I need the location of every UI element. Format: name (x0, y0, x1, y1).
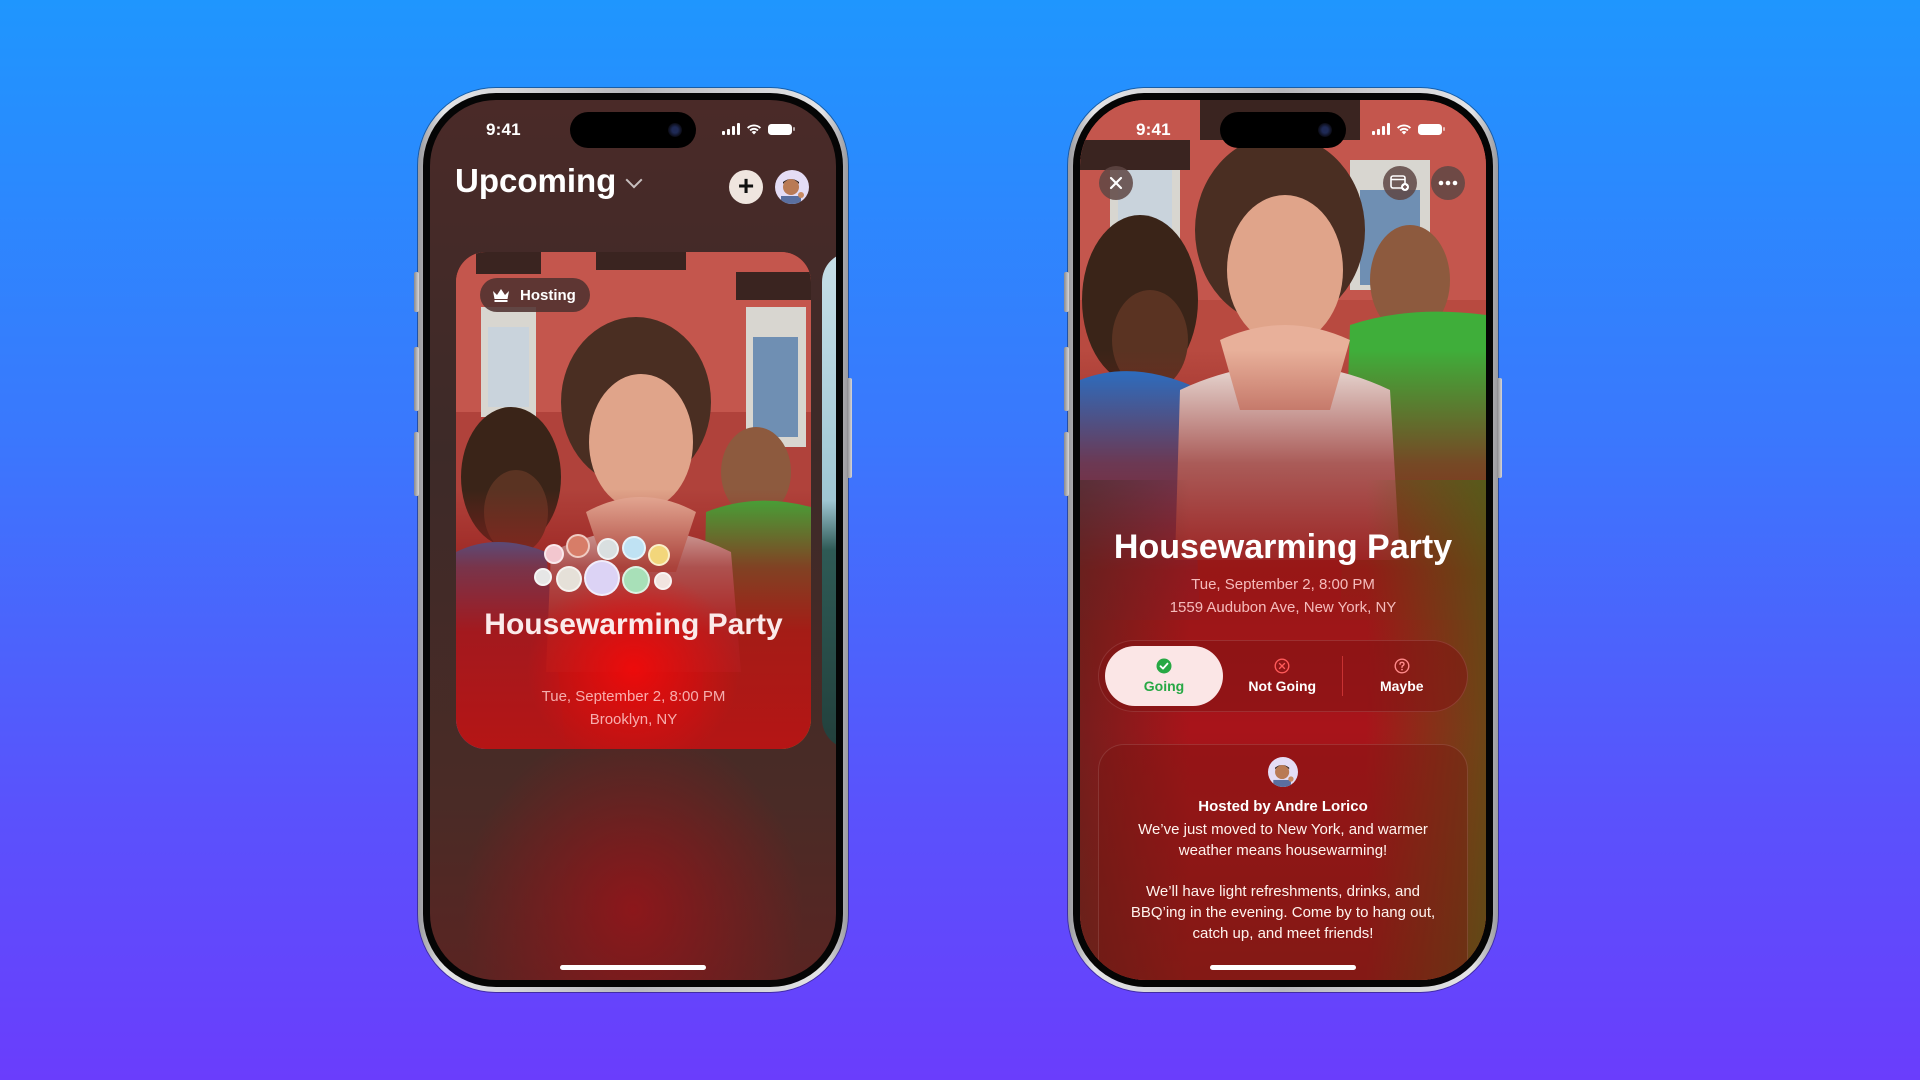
status-time: 9:41 (486, 120, 521, 139)
side-button (1497, 378, 1502, 478)
checkmark-circle-icon (1156, 658, 1172, 674)
volume-up-button (414, 347, 419, 411)
plus-icon: + (737, 170, 755, 201)
guest-avatars[interactable] (456, 534, 811, 604)
battery-icon (768, 123, 795, 135)
rsvp-going-label: Going (1143, 678, 1185, 694)
rsvp-going-button[interactable]: Going (1105, 646, 1223, 706)
next-event-card[interactable] (822, 252, 836, 749)
description-paragraph: We’ve just moved to New York, and warmer… (1138, 821, 1428, 859)
guest-avatar (566, 534, 590, 558)
event-title: Housewarming Party (1113, 528, 1453, 566)
volume-down-button (1064, 432, 1069, 496)
x-circle-icon (1274, 658, 1290, 674)
dynamic-island (1220, 112, 1346, 148)
calendar-add-icon (1390, 175, 1409, 191)
ellipsis-icon (1438, 180, 1458, 186)
guest-avatar (654, 572, 672, 590)
volume-down-button (414, 432, 419, 496)
cellular-signal-icon (1372, 123, 1390, 135)
event-title: Housewarming Party (484, 608, 783, 641)
guest-avatar (622, 536, 646, 560)
wifi-icon (747, 124, 761, 135)
action-button (414, 272, 419, 312)
camera-icon (668, 123, 682, 137)
rsvp-not-going-label: Not Going (1248, 678, 1317, 694)
more-options-button[interactable] (1431, 166, 1465, 200)
screen: 9:41 Upcoming + Hosting Housewarming Par… (430, 100, 836, 980)
home-indicator[interactable] (560, 965, 706, 970)
cellular-signal-icon (722, 123, 740, 135)
add-event-button[interactable]: + (729, 170, 763, 204)
rsvp-not-going-button[interactable]: Not Going (1223, 646, 1342, 706)
host-name: Hosted by Andre Lorico (1198, 798, 1368, 815)
guest-avatar (534, 568, 552, 586)
event-date: Tue, September 2, 8:00 PM (541, 688, 726, 705)
phone-upcoming-list: 9:41 Upcoming + Hosting Housewarming Par… (414, 88, 852, 992)
host-avatar[interactable] (1268, 757, 1298, 787)
crown-icon (493, 289, 509, 302)
status-time: 9:41 (1136, 120, 1171, 139)
battery-icon (1418, 123, 1445, 135)
home-indicator[interactable] (1210, 965, 1356, 970)
rsvp-maybe-label: Maybe (1379, 678, 1424, 694)
event-description-card: Hosted by Andre Lorico We’ve just moved … (1098, 744, 1468, 980)
event-address[interactable]: 1559 Audubon Ave, New York, NY (1080, 599, 1486, 616)
event-location: Brooklyn, NY (589, 711, 678, 728)
camera-icon (1318, 123, 1332, 137)
guest-avatar (648, 544, 670, 566)
rsvp-maybe-button[interactable]: Maybe (1343, 646, 1462, 706)
page-title: Upcoming (455, 162, 617, 199)
memoji-avatar-icon (1273, 764, 1294, 787)
hosting-label: Hosting (520, 286, 576, 304)
volume-up-button (1064, 347, 1069, 411)
add-to-calendar-button[interactable] (1383, 166, 1417, 200)
close-icon (1109, 176, 1123, 190)
action-button (1064, 272, 1069, 312)
side-button (847, 378, 852, 478)
upcoming-filter-dropdown[interactable]: Upcoming (455, 162, 643, 200)
rsvp-segmented-control: Going Not Going Maybe (1098, 640, 1468, 712)
chevron-down-icon (625, 171, 643, 189)
memoji-avatar-icon (781, 179, 804, 204)
event-date: Tue, September 2, 8:00 PM (1191, 576, 1375, 593)
wifi-icon (1397, 124, 1411, 135)
screen: 9:41 Housewarming Party Tue, September 2… (1080, 100, 1486, 980)
event-card[interactable]: Hosting Housewarming Party Tue, Septembe… (456, 252, 811, 749)
profile-avatar[interactable] (775, 170, 809, 204)
guest-avatar (622, 566, 650, 594)
phone-event-detail: 9:41 Housewarming Party Tue, September 2… (1064, 88, 1502, 992)
dynamic-island (570, 112, 696, 148)
close-button[interactable] (1099, 166, 1133, 200)
guest-avatar (544, 544, 564, 564)
hosting-badge: Hosting (480, 278, 590, 312)
guest-avatar (556, 566, 582, 592)
question-circle-icon (1394, 658, 1410, 674)
guest-avatar (584, 560, 620, 596)
guest-avatar (597, 538, 619, 560)
description-paragraph: We’ll have light refreshments, drinks, a… (1130, 883, 1436, 942)
